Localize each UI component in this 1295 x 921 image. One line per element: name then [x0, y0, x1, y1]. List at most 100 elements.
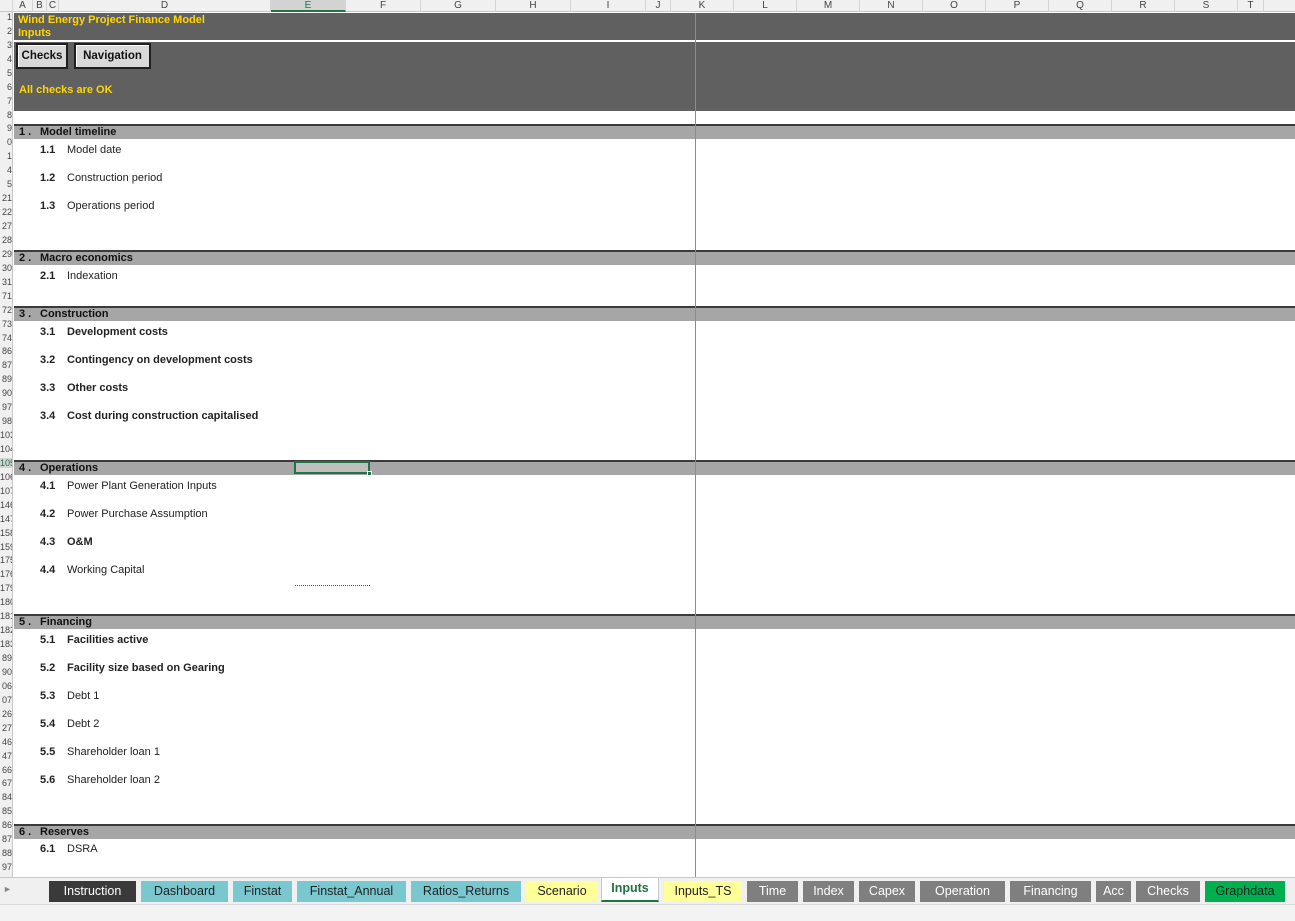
sheet-tab-time[interactable]: Time	[747, 881, 798, 902]
row-header[interactable]: 181	[0, 611, 12, 621]
column-header-l[interactable]: L	[734, 0, 797, 12]
subsection-item[interactable]: 3.4 Cost during construction capitalised	[40, 410, 258, 422]
column-header-d[interactable]: D	[59, 0, 271, 12]
row-header[interactable]: 46	[0, 737, 12, 747]
row-header[interactable]: 72	[0, 305, 12, 315]
row-header[interactable]: 86	[0, 346, 12, 356]
selected-cell[interactable]	[294, 461, 370, 474]
row-header[interactable]: 73	[0, 319, 12, 329]
row-header[interactable]: 97	[0, 402, 12, 412]
column-header-c[interactable]: C	[47, 0, 59, 12]
subsection-item[interactable]: 1.2 Construction period	[40, 172, 162, 184]
subsection-item[interactable]: 4.3 O&M	[40, 536, 93, 548]
subsection-item[interactable]: 5.3 Debt 1	[40, 690, 99, 702]
subsection-item[interactable]: 3.1 Development costs	[40, 326, 168, 338]
column-header-p[interactable]: P	[986, 0, 1049, 12]
subsection-item[interactable]: 5.6 Shareholder loan 2	[40, 774, 160, 786]
row-header[interactable]: 98	[0, 416, 12, 426]
sheet-tab-scenario[interactable]: Scenario	[526, 881, 598, 902]
sheet-tab-inputs-ts[interactable]: Inputs_TS	[664, 881, 742, 902]
row-header[interactable]: 1	[0, 151, 12, 161]
column-header-o[interactable]: O	[923, 0, 986, 12]
row-header[interactable]: 28	[0, 235, 12, 245]
subsection-item[interactable]: 5.2 Facility size based on Gearing	[40, 662, 225, 674]
column-header-s[interactable]: S	[1175, 0, 1238, 12]
column-header-k[interactable]: K	[671, 0, 734, 12]
row-header[interactable]: 5	[0, 179, 12, 189]
row-header[interactable]: 87	[0, 834, 12, 844]
row-header[interactable]: 6	[0, 82, 12, 92]
row-header[interactable]: 180	[0, 597, 12, 607]
column-header-i[interactable]: I	[571, 0, 646, 12]
subsection-item[interactable]: 3.3 Other costs	[40, 382, 128, 394]
row-header[interactable]: 182	[0, 625, 12, 635]
row-header[interactable]: 86	[0, 820, 12, 830]
subsection-item[interactable]: 5.4 Debt 2	[40, 718, 99, 730]
column-header-g[interactable]: G	[421, 0, 496, 12]
column-header-h[interactable]: H	[496, 0, 571, 12]
sheet-tab-finstat-annual[interactable]: Finstat_Annual	[297, 881, 406, 902]
row-header[interactable]: 87	[0, 360, 12, 370]
row-header[interactable]: 74	[0, 333, 12, 343]
row-header[interactable]: 26	[0, 709, 12, 719]
row-header[interactable]: 8	[0, 110, 12, 120]
column-header-a[interactable]: A	[13, 0, 33, 12]
subsection-item[interactable]: 2.1 Indexation	[40, 270, 118, 282]
row-header[interactable]: 107	[0, 486, 12, 496]
sheet-tab-finstat[interactable]: Finstat	[233, 881, 292, 902]
row-header[interactable]: 30	[0, 263, 12, 273]
row-header[interactable]: 21	[0, 193, 12, 203]
row-header[interactable]: 27	[0, 221, 12, 231]
row-header[interactable]: 90	[0, 667, 12, 677]
checks-button[interactable]: Checks	[16, 43, 68, 69]
worksheet-grid[interactable]: Wind Energy Project Finance Model Inputs…	[14, 13, 1295, 877]
sheet-tab-financing[interactable]: Financing	[1010, 881, 1091, 902]
column-header-r[interactable]: R	[1112, 0, 1175, 12]
select-all-corner[interactable]	[0, 0, 13, 12]
row-header[interactable]: 07	[0, 695, 12, 705]
sheet-tab-inputs[interactable]: Inputs	[601, 878, 659, 902]
row-header[interactable]: 147	[0, 514, 12, 524]
row-header[interactable]: 159	[0, 542, 12, 552]
fill-handle[interactable]	[367, 471, 372, 476]
sheet-tab-acc[interactable]: Acc	[1096, 881, 1131, 902]
row-header[interactable]: 71	[0, 291, 12, 301]
row-header[interactable]: 2	[0, 26, 12, 36]
row-header[interactable]: 104	[0, 444, 12, 454]
row-header[interactable]: 105	[0, 457, 12, 468]
row-header[interactable]: 67	[0, 778, 12, 788]
sheet-tab-graphdata[interactable]: Graphdata	[1205, 881, 1285, 902]
subsection-item[interactable]: 3.2 Contingency on development costs	[40, 354, 253, 366]
row-header[interactable]: 4	[0, 165, 12, 175]
row-header[interactable]: 85	[0, 806, 12, 816]
sheet-tab-operation[interactable]: Operation	[920, 881, 1005, 902]
column-header-e[interactable]: E	[271, 0, 346, 12]
tab-scroll-icon[interactable]: ►	[3, 884, 12, 894]
row-header[interactable]: 146	[0, 500, 12, 510]
row-header[interactable]: 3	[0, 40, 12, 50]
subsection-item[interactable]: 1.3 Operations period	[40, 200, 154, 212]
row-header[interactable]: 0	[0, 137, 12, 147]
column-header-j[interactable]: J	[646, 0, 671, 12]
row-header[interactable]: 89	[0, 653, 12, 663]
row-header[interactable]: 5	[0, 68, 12, 78]
sheet-tab-index[interactable]: Index	[803, 881, 854, 902]
row-header[interactable]: 103	[0, 430, 12, 440]
row-header[interactable]: 29	[0, 249, 12, 259]
row-header[interactable]: 158	[0, 528, 12, 538]
sheet-tab-dashboard[interactable]: Dashboard	[141, 881, 228, 902]
subsection-item[interactable]: 5.5 Shareholder loan 1	[40, 746, 160, 758]
column-header-m[interactable]: M	[797, 0, 860, 12]
subsection-item[interactable]: 4.2 Power Purchase Assumption	[40, 508, 208, 520]
column-header-b[interactable]: B	[33, 0, 47, 12]
row-header[interactable]: 175	[0, 555, 12, 565]
row-header[interactable]: 88	[0, 848, 12, 858]
row-header[interactable]: 90	[0, 388, 12, 398]
row-header[interactable]: 179	[0, 583, 12, 593]
column-header-n[interactable]: N	[860, 0, 923, 12]
row-header[interactable]: 183	[0, 639, 12, 649]
row-header[interactable]: 4	[0, 54, 12, 64]
column-header-q[interactable]: Q	[1049, 0, 1112, 12]
subsection-item[interactable]: 4.1 Power Plant Generation Inputs	[40, 480, 217, 492]
row-header[interactable]: 31	[0, 277, 12, 287]
